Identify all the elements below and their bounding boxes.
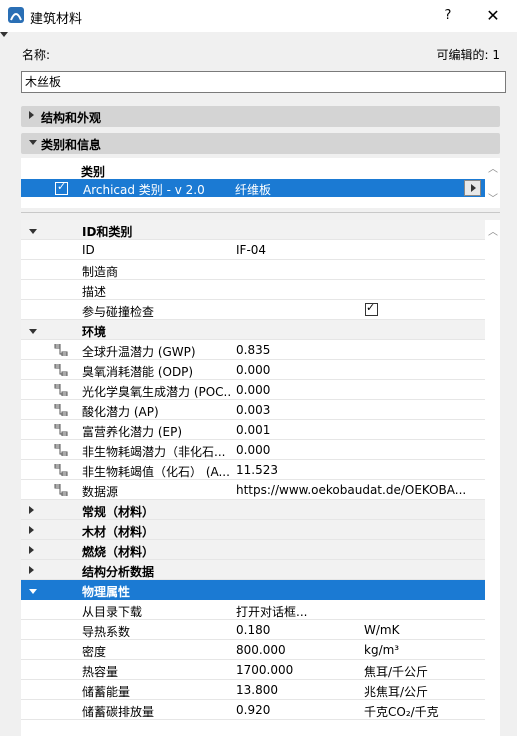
section-category-info[interactable]: 类别和信息 [21,133,500,154]
property-row-conductivity[interactable]: 导热系数 0.180 W/mK [21,620,485,640]
category-row-selected[interactable]: ✓ Archicad 类别 - v 2.0 纤维板 [21,179,485,197]
collapse-arrow-icon [29,229,37,234]
property-row-clash-check[interactable]: 参与碰撞检查 ✓ [21,300,485,320]
property-row-data-source[interactable]: 数据源 https://www.oekobaudat.de/OEKOBA... [21,480,485,500]
property-row-density[interactable]: 密度 800.000 kg/m³ [21,640,485,660]
expand-arrow-icon [29,546,34,554]
window-title: 建筑材料 [30,12,83,27]
group-wood-material[interactable]: 木材（材料） [21,520,485,540]
category-value: 纤维板 [235,183,272,197]
property-row-pocp[interactable]: 光化学臭氧生成潜力 (POC... 0.000 [21,380,485,400]
property-row-odp[interactable]: 臭氧消耗潜能 (ODP) 0.000 [21,360,485,380]
close-button[interactable]: ✕ [480,4,506,28]
collapse-arrow-icon [29,589,37,594]
name-input[interactable]: 木丝板 [21,71,506,93]
help-button[interactable]: ? [436,4,460,28]
category-name: Archicad 类别 - v 2.0 [83,183,205,197]
property-row-adp-nonfossil[interactable]: 非生物耗竭潜力（非化石... 0.000 [21,440,485,460]
group-structural-analysis[interactable]: 结构分析数据 [21,560,485,580]
property-row-heat-capacity[interactable]: 热容量 1700.000 焦耳/千公斤 [21,660,485,680]
property-row-manufacturer[interactable]: 制造商 [21,260,485,280]
scroll-up-icon[interactable]: ︿ [488,223,498,238]
divider [21,212,500,213]
editable-count: 可编辑的: 1 [436,48,500,62]
archicad-logo-icon [8,7,24,23]
linked-property-icon [54,384,68,396]
linked-property-icon [54,444,68,456]
expand-arrow-icon [29,506,34,514]
group-combustion-material[interactable]: 燃烧（材料） [21,540,485,560]
group-environment[interactable]: 环境 [21,320,485,340]
collapse-arrow-icon [29,329,37,334]
expand-arrow-icon [29,111,34,119]
linked-property-icon [54,464,68,476]
scroll-up-icon[interactable]: ︿ [488,160,498,175]
expand-arrow-icon [29,566,34,574]
property-row-description[interactable]: 描述 [21,280,485,300]
open-dialog-link[interactable]: 打开对话框... [236,603,484,620]
collapse-arrow-icon [29,140,37,145]
property-row-embodied-carbon[interactable]: 储蓄碳排放量 0.920 千克CO₂/千克 [21,700,485,720]
property-row-gwp[interactable]: 全球升温潜力 (GWP) 0.835 [21,340,485,360]
clash-check-checkbox[interactable]: ✓ [365,301,378,316]
pin-marker-icon [0,32,8,37]
group-id-category[interactable]: ID和类别 [21,220,485,240]
arrow-right-icon [471,184,476,192]
property-row-embodied-energy[interactable]: 储蓄能量 13.800 兆焦耳/公斤 [21,680,485,700]
group-general-material[interactable]: 常规（材料） [21,500,485,520]
property-row-adp-fossil[interactable]: 非生物耗竭值（化石） (A... 11.523 [21,460,485,480]
category-checkbox[interactable]: ✓ [55,180,68,195]
scroll-down-icon[interactable]: ﹀ [488,190,498,205]
linked-property-icon [54,364,68,376]
name-label: 名称: [22,48,51,62]
section-structure-appearance[interactable]: 结构和外观 [21,106,500,127]
linked-property-icon [54,484,68,496]
group-physical-properties[interactable]: 物理属性 [21,580,485,600]
linked-property-icon [54,424,68,436]
property-row-ep[interactable]: 富营养化潜力 (EP) 0.001 [21,420,485,440]
linked-property-icon [54,344,68,356]
expand-arrow-icon [29,526,34,534]
category-column-header: 类别 [81,165,106,179]
property-row-download-catalog[interactable]: 从目录下载 打开对话框... [21,600,485,620]
linked-property-icon [54,404,68,416]
category-picker-button[interactable] [464,180,481,196]
property-row-ap[interactable]: 酸化潜力 (AP) 0.003 [21,400,485,420]
property-row-id[interactable]: ID IF-04 [21,240,485,260]
